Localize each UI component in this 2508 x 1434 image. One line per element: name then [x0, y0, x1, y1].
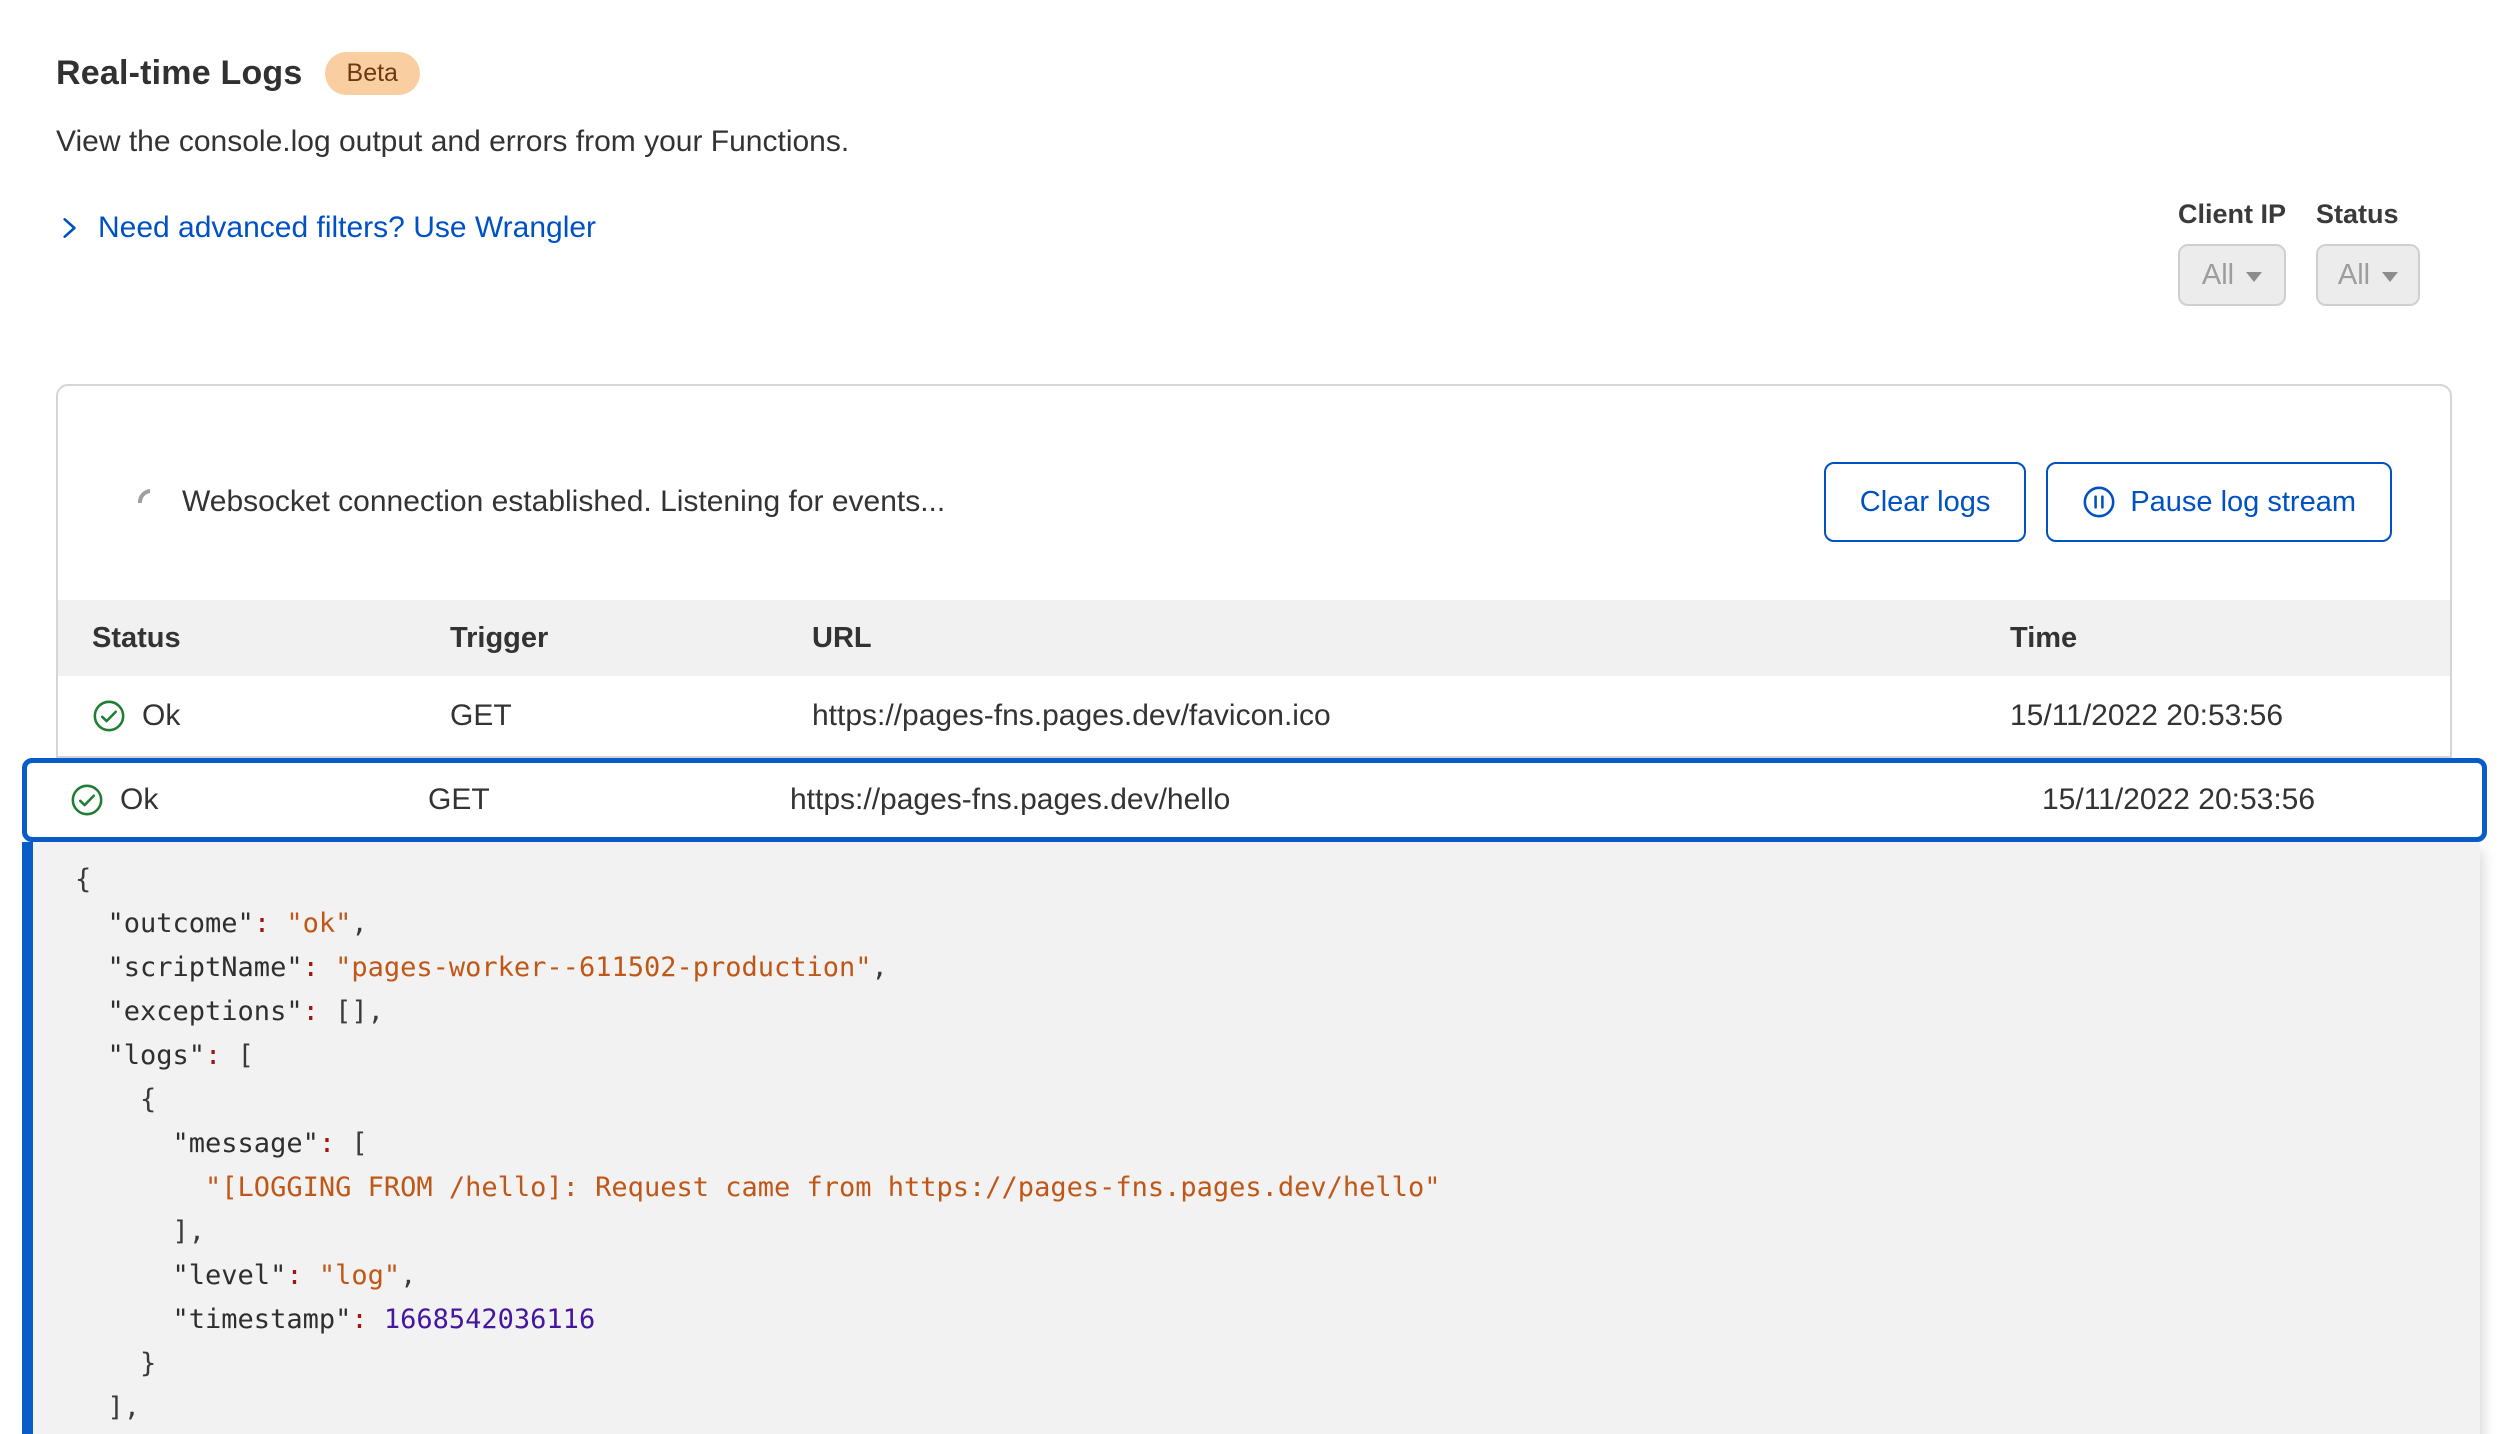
trigger-cell: GET	[450, 699, 812, 733]
status-cell: Ok	[70, 783, 428, 817]
stream-status-bar: Websocket connection established. Listen…	[58, 386, 2450, 600]
page-title: Real-time Logs	[56, 54, 303, 93]
page-subtitle: View the console.log output and errors f…	[56, 125, 2452, 159]
client-ip-filter-dropdown[interactable]: All	[2178, 244, 2286, 306]
chevron-down-icon	[2246, 272, 2262, 282]
table-header: Status Trigger URL Time	[58, 600, 2450, 676]
pause-log-stream-label: Pause log stream	[2130, 486, 2356, 519]
realtime-logs-page: Real-time Logs Beta View the console.log…	[0, 0, 2508, 1434]
check-circle-icon	[70, 783, 104, 817]
logs-panel: Websocket connection established. Listen…	[56, 384, 2452, 758]
table-row-selected[interactable]: Ok GET https://pages-fns.pages.dev/hello…	[22, 758, 2487, 842]
filters-group: Client IP All Status All	[2178, 199, 2420, 306]
status-value: Ok	[120, 783, 158, 817]
chevron-down-icon	[2382, 272, 2398, 282]
pause-log-stream-button[interactable]: Pause log stream	[2046, 462, 2392, 542]
table-row[interactable]: Ok GET https://pages-fns.pages.dev/favic…	[58, 676, 2450, 756]
beta-badge: Beta	[325, 52, 420, 95]
column-header-time: Time	[2010, 622, 2450, 655]
column-header-trigger: Trigger	[450, 622, 812, 655]
status-filter-label: Status	[2316, 199, 2420, 230]
stream-actions: Clear logs Pause log stream	[1824, 462, 2392, 542]
log-detail-panel: { "outcome": "ok", "scriptName": "pages-…	[22, 842, 2480, 1434]
chevron-right-icon	[56, 215, 82, 241]
wrangler-link[interactable]: Need advanced filters? Use Wrangler	[56, 211, 596, 245]
wrangler-link-label: Need advanced filters? Use Wrangler	[98, 211, 596, 245]
client-ip-filter-group: Client IP All	[2178, 199, 2286, 306]
log-detail-json: { "outcome": "ok", "scriptName": "pages-…	[75, 858, 2450, 1430]
time-cell: 15/11/2022 20:53:56	[2042, 783, 2482, 817]
clear-logs-button[interactable]: Clear logs	[1824, 462, 2027, 542]
filters-row: Need advanced filters? Use Wrangler Clie…	[56, 199, 2452, 306]
check-circle-icon	[92, 699, 126, 733]
pause-icon	[2082, 485, 2116, 519]
column-header-url: URL	[812, 622, 2010, 655]
status-filter-value: All	[2338, 259, 2370, 292]
client-ip-filter-label: Client IP	[2178, 199, 2286, 230]
status-cell: Ok	[92, 699, 450, 733]
stream-status-message: Websocket connection established. Listen…	[182, 485, 945, 519]
page-header: Real-time Logs Beta	[56, 52, 2452, 95]
column-header-status: Status	[92, 622, 450, 655]
client-ip-filter-value: All	[2202, 259, 2234, 292]
clear-logs-label: Clear logs	[1860, 486, 1991, 519]
expanded-log-entry: Ok GET https://pages-fns.pages.dev/hello…	[22, 758, 2487, 1434]
url-cell: https://pages-fns.pages.dev/favicon.ico	[812, 699, 2010, 733]
url-cell: https://pages-fns.pages.dev/hello	[790, 783, 2042, 817]
status-filter-group: Status All	[2316, 199, 2420, 306]
status-value: Ok	[142, 699, 180, 733]
status-filter-dropdown[interactable]: All	[2316, 244, 2420, 306]
loading-spinner-icon	[133, 484, 170, 521]
trigger-cell: GET	[428, 783, 790, 817]
time-cell: 15/11/2022 20:53:56	[2010, 699, 2450, 733]
